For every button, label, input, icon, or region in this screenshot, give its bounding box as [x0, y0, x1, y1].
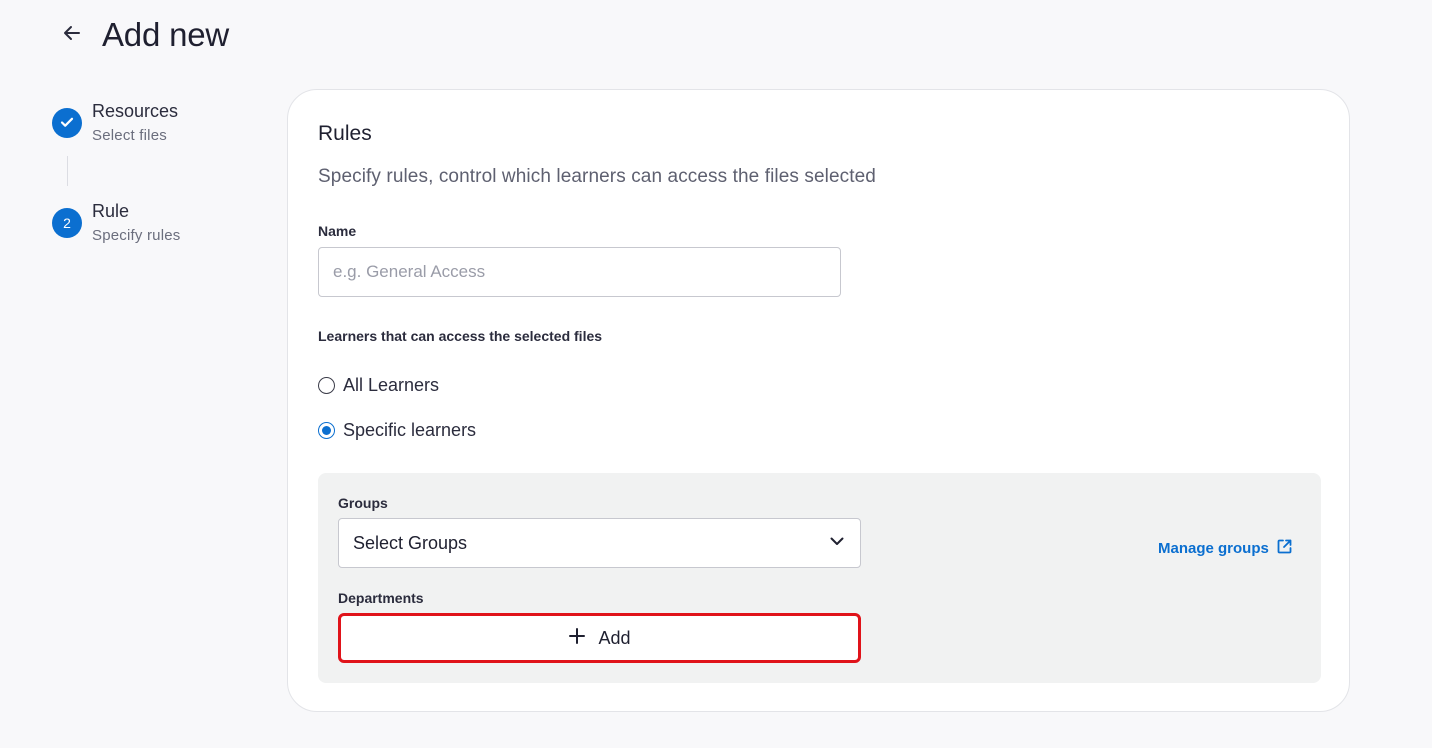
name-label: Name	[318, 223, 357, 239]
name-input[interactable]	[318, 247, 841, 297]
step-complete-badge	[52, 108, 82, 138]
step-number-badge: 2	[52, 208, 82, 238]
add-label: Add	[598, 627, 631, 648]
groups-label: Groups	[338, 495, 388, 511]
specific-learners-panel: Groups Select Groups Manage groups Depar…	[318, 473, 1321, 683]
select-value: Select Groups	[353, 532, 468, 553]
back-arrow-icon	[62, 23, 82, 48]
radio-label: All Learners	[343, 375, 440, 395]
rules-card: Rules Specify rules, control which learn…	[287, 89, 1350, 712]
step-subtitle: Specify rules	[92, 227, 181, 244]
plus-icon	[568, 627, 586, 650]
link-label: Manage groups	[1158, 540, 1269, 557]
step-resources[interactable]: Resources Select files	[52, 100, 180, 146]
step-title: Resources	[92, 101, 179, 121]
radio-label: Specific learners	[343, 420, 477, 440]
step-connector	[67, 156, 68, 186]
radio-button[interactable]	[318, 422, 335, 439]
manage-groups-link[interactable]: Manage groups	[1158, 538, 1293, 559]
card-subtitle: Specify rules, control which learners ca…	[318, 166, 876, 187]
radio-button[interactable]	[318, 377, 335, 394]
check-icon	[59, 114, 75, 133]
external-link-icon	[1269, 538, 1293, 559]
page-header: Add new	[58, 14, 229, 56]
groups-select[interactable]: Select Groups	[338, 518, 861, 568]
stepper: Resources Select files 2 Rule Specify ru…	[52, 100, 180, 246]
chevron-down-icon	[828, 532, 846, 555]
radio-specific-learners[interactable]: Specific learners	[318, 420, 476, 441]
step-rule[interactable]: 2 Rule Specify rules	[52, 200, 180, 246]
add-department-button[interactable]: Add	[338, 613, 861, 663]
access-label: Learners that can access the selected fi…	[318, 328, 603, 344]
card-title: Rules	[318, 122, 372, 145]
step-subtitle: Select files	[92, 127, 167, 144]
radio-all-learners[interactable]: All Learners	[318, 375, 439, 396]
back-button[interactable]	[58, 21, 86, 49]
page-title: Add new	[102, 16, 230, 53]
departments-label: Departments	[338, 590, 424, 606]
step-title: Rule	[92, 201, 130, 221]
